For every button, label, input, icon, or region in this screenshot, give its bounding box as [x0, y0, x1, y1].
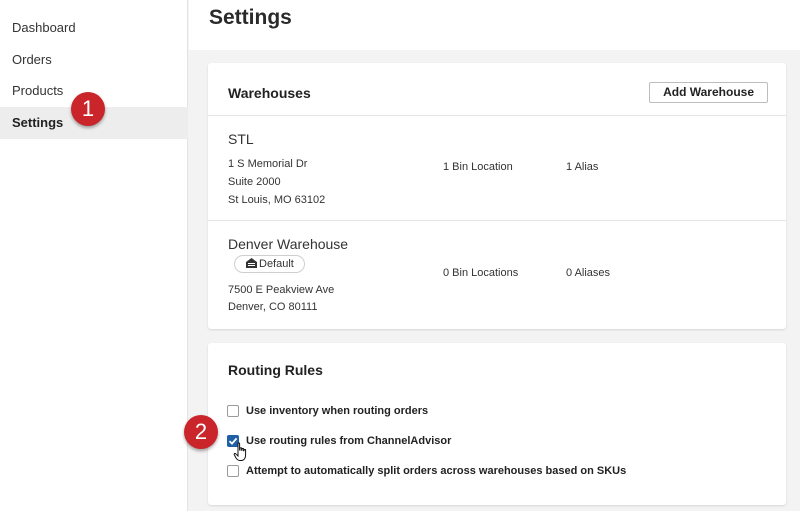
warehouse-icon [246, 257, 257, 273]
sidebar-item-dashboard[interactable]: Dashboard [0, 12, 188, 44]
rule-label[interactable]: Use routing rules from ChannelAdvisor [246, 433, 451, 449]
rule-label[interactable]: Use inventory when routing orders [246, 403, 428, 419]
alias-count: 1 Alias [566, 161, 599, 173]
step-marker-1: 1 [71, 92, 105, 126]
warehouses-card: Warehouses Add Warehouse STL 1 S Memoria… [208, 63, 786, 329]
add-warehouse-button[interactable]: Add Warehouse [649, 82, 768, 103]
warehouse-address-line: Denver, CO 80111 [228, 301, 318, 313]
warehouses-title: Warehouses [228, 85, 311, 101]
warehouse-name[interactable]: STL [228, 131, 254, 147]
sidebar-item-orders[interactable]: Orders [0, 44, 188, 76]
bin-location-count: 1 Bin Location [443, 161, 513, 173]
warehouse-name[interactable]: Denver Warehouse [228, 236, 348, 252]
warehouse-address-line: St Louis, MO 63102 [228, 194, 326, 206]
step-marker-2: 2 [184, 415, 218, 449]
routing-rules-card: Routing Rules Use inventory when routing… [208, 343, 786, 505]
inventory-routing-checkbox[interactable] [227, 405, 239, 417]
page-title: Settings [209, 6, 292, 29]
alias-count: 0 Aliases [566, 267, 611, 279]
warehouse-row: Denver Warehouse Default 7500 E Peakview… [208, 220, 786, 328]
warehouse-address-line: Suite 2000 [228, 176, 281, 188]
warehouse-address-line: 7500 E Peakview Ave [228, 284, 335, 296]
rule-label[interactable]: Attempt to automatically split orders ac… [246, 463, 626, 479]
default-badge: Default [234, 255, 305, 273]
main-content: Settings Warehouses Add Warehouse STL 1 … [189, 0, 800, 511]
title-bar: Settings [189, 0, 800, 50]
divider [208, 115, 786, 116]
sidebar: Dashboard Orders Products Settings [0, 0, 188, 511]
warehouse-address-line: 1 S Memorial Dr [228, 158, 308, 170]
bin-location-count: 0 Bin Locations [443, 267, 519, 279]
badge-label: Default [259, 258, 294, 270]
hand-cursor-icon [233, 442, 249, 467]
routing-rules-title: Routing Rules [228, 362, 323, 378]
